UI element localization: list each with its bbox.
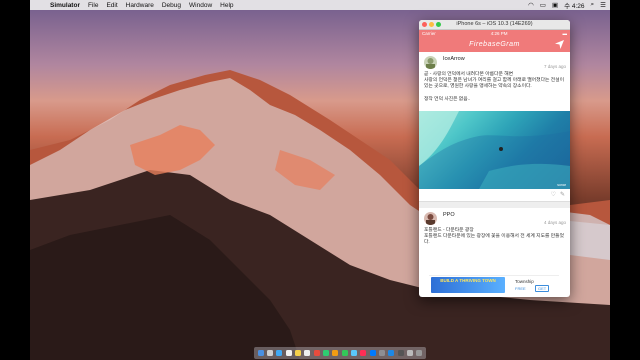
menu-debug[interactable]: Debug	[162, 2, 181, 9]
post-card: PPO 4 days ago 포틀랜드 - 다운타운 광장 포틀랜드 다운타운에…	[419, 208, 570, 247]
finder-icon[interactable]	[257, 350, 264, 356]
terminal-icon[interactable]	[397, 350, 404, 356]
trash-icon[interactable]	[416, 350, 423, 356]
wifi-icon[interactable]: ◠	[528, 1, 534, 9]
calendar-icon[interactable]	[304, 350, 311, 356]
menu-hardware[interactable]: Hardware	[126, 2, 154, 9]
post-username[interactable]: PPO	[443, 212, 455, 218]
carrier-label: Carrier	[422, 31, 436, 36]
menu-bar: Simulator File Edit Hardware Debug Windo…	[30, 0, 610, 10]
avatar[interactable]	[424, 56, 437, 69]
minimize-button[interactable]	[429, 22, 434, 27]
like-icon[interactable]: ♡	[551, 192, 556, 198]
notification-center-icon[interactable]: ☰	[600, 1, 606, 9]
menu-help[interactable]: Help	[220, 2, 233, 9]
send-icon[interactable]	[555, 40, 564, 49]
post-text: 포틀랜드 - 다운타운 광장 포틀랜드 다운타운에 있는 광장에 꽃을 이용해서…	[424, 228, 564, 246]
simulator-window-title: iPhone 6s – iOS 10.3 (14E269)	[456, 21, 533, 27]
post-text: 곧 - 사랑의 언덕에서 내려다본 아름다운 해변 사랑의 언덕은 젊은 남녀가…	[424, 72, 564, 102]
photos-icon[interactable]	[332, 350, 339, 356]
safari-icon[interactable]	[276, 350, 283, 356]
app-store-icon[interactable]	[369, 350, 376, 356]
desktop: Simulator File Edit Hardware Debug Windo…	[30, 0, 610, 360]
ad-image[interactable]: BUILD A THRIVING TOWN	[431, 277, 505, 293]
post-card: IceArrow 7 days ago 곧 - 사랑의 언덕에서 내려다본 아름…	[419, 52, 570, 203]
menu-clock[interactable]: 수 4:26	[564, 0, 584, 10]
menu-file[interactable]: File	[88, 2, 98, 9]
system-preferences-icon[interactable]	[378, 350, 385, 356]
facetime-icon[interactable]	[350, 350, 357, 356]
launchpad-icon[interactable]	[266, 350, 273, 356]
feed[interactable]: IceArrow 7 days ago 곧 - 사랑의 언덕에서 내려다본 아름…	[419, 52, 570, 247]
ad-app-name: Township	[515, 279, 534, 284]
post-header: PPO 4 days ago	[419, 208, 570, 228]
maps-icon[interactable]	[322, 350, 329, 356]
post-header: IceArrow 7 days ago	[419, 52, 570, 72]
ad-get-button[interactable]: GET	[535, 285, 550, 292]
ad-banner[interactable]: BUILD A THRIVING TOWN Township FREE GET	[429, 275, 559, 294]
messages-icon[interactable]	[341, 350, 348, 356]
close-button[interactable]	[422, 22, 427, 27]
zoom-button[interactable]	[436, 22, 441, 27]
status-time: 4:26 PM	[490, 31, 508, 36]
post-photo[interactable]: sonar	[419, 111, 570, 190]
spotlight-icon[interactable]: ⌕	[591, 1, 595, 9]
ios-status-bar: Carrier 4:26 PM ▬	[419, 30, 570, 37]
comment-icon[interactable]: ✎	[560, 192, 565, 198]
simulator-title-bar[interactable]: iPhone 6s – iOS 10.3 (14E269)	[419, 20, 570, 30]
simulator-icon[interactable]	[406, 350, 413, 356]
apple-menu-icon[interactable]	[38, 1, 46, 9]
mouse-cursor	[499, 147, 503, 152]
ad-price: FREE	[515, 286, 526, 291]
mail-icon[interactable]	[285, 350, 292, 356]
music-icon[interactable]	[360, 350, 367, 356]
menu-extras: ◠ ▭ ▣ 수 4:26 ⌕ ☰	[528, 0, 606, 10]
photo-watermark: sonar	[557, 183, 566, 188]
dock	[254, 347, 426, 359]
app-nav-bar: FirebaseGram	[419, 37, 570, 52]
menu-app-name[interactable]: Simulator	[50, 2, 80, 9]
avatar[interactable]	[424, 212, 437, 226]
post-time: 7 days ago	[543, 64, 566, 69]
menu-window[interactable]: Window	[189, 2, 212, 9]
post-username[interactable]: IceArrow	[443, 56, 465, 62]
input-source-icon[interactable]: ▣	[552, 1, 558, 9]
battery-icon[interactable]: ▭	[540, 1, 546, 9]
post-time: 4 days ago	[543, 220, 566, 226]
xcode-icon[interactable]	[388, 350, 395, 356]
app-title: FirebaseGram	[469, 41, 520, 48]
window-controls	[422, 22, 441, 27]
simulator-window: iPhone 6s – iOS 10.3 (14E269) Carrier 4:…	[419, 20, 570, 297]
notes-icon[interactable]	[294, 350, 301, 356]
battery-status-icon: ▬	[562, 31, 568, 36]
reminders-icon[interactable]	[313, 350, 320, 356]
post-actions: ♡ ✎	[419, 189, 570, 203]
menu-edit[interactable]: Edit	[106, 2, 117, 9]
